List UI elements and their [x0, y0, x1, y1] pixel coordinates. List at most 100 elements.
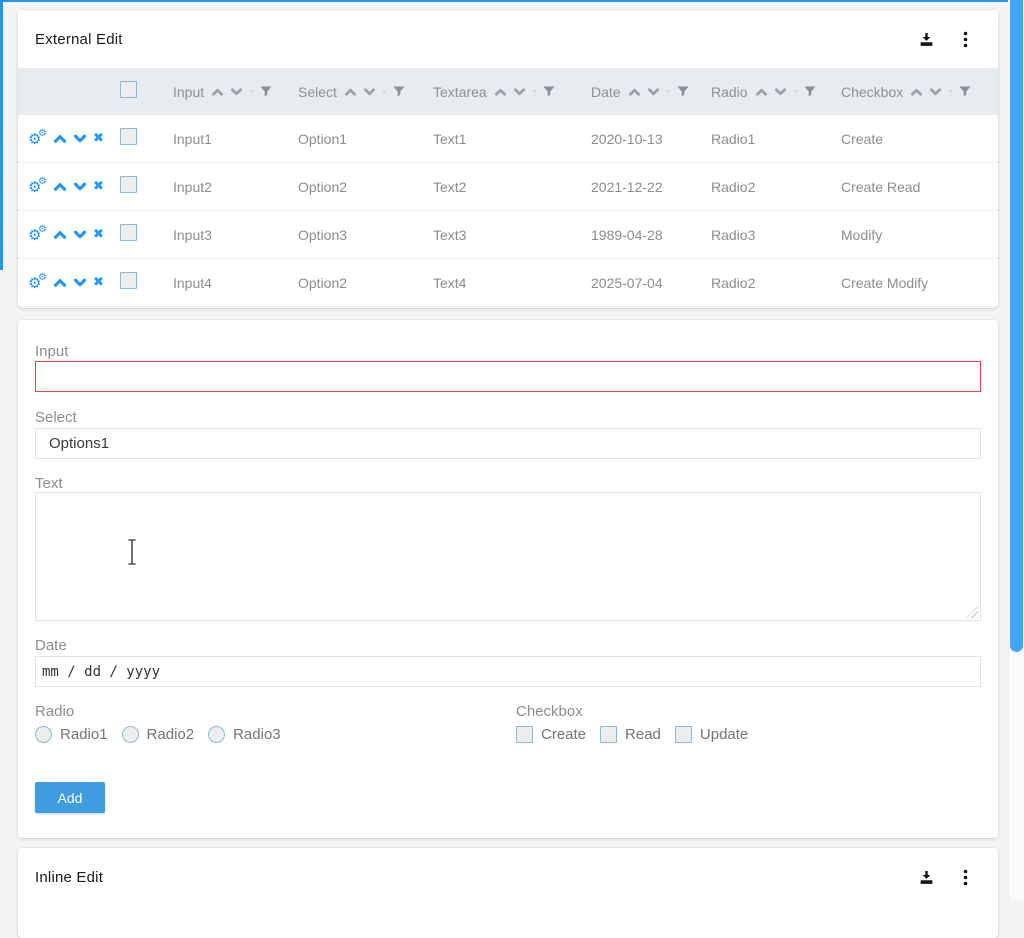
- sort-ascending-icon[interactable]: [628, 87, 641, 97]
- sort-ascending-icon[interactable]: [344, 87, 357, 97]
- external-edit-card: External Edit Input: [18, 10, 998, 308]
- cell-textarea: Text2: [415, 179, 573, 195]
- cell-input: Input4: [155, 275, 280, 291]
- move-up-icon[interactable]: [53, 133, 67, 144]
- select-field[interactable]: Options1: [35, 428, 981, 459]
- column-header-label: Date: [591, 84, 621, 100]
- left-accent-strip: [0, 0, 3, 270]
- checkbox-read[interactable]: [600, 726, 617, 743]
- move-up-icon[interactable]: [53, 229, 67, 240]
- row-actions: ⚙ ⚙ ✖: [18, 178, 118, 196]
- sort-ascending-icon[interactable]: [910, 87, 923, 97]
- kebab-menu-icon[interactable]: [963, 31, 968, 48]
- cell-select: Option3: [280, 227, 415, 243]
- sort-descending-icon[interactable]: [774, 87, 787, 97]
- radio-button[interactable]: [35, 726, 52, 743]
- filter-funnel-icon[interactable]: [260, 86, 272, 97]
- page: { "colors": { "accent": "#2196f3", "scro…: [0, 0, 1024, 900]
- cell-select: Option1: [280, 131, 415, 147]
- row-checkbox[interactable]: [120, 272, 137, 289]
- cell-textarea: Text4: [415, 275, 573, 291]
- textarea-field[interactable]: [35, 492, 981, 621]
- row-actions: ⚙ ⚙ ✖: [18, 130, 118, 148]
- cell-select: Option2: [280, 179, 415, 195]
- sort-descending-icon[interactable]: [363, 87, 376, 97]
- delete-x-icon[interactable]: ✖: [93, 276, 104, 289]
- move-down-icon[interactable]: [73, 229, 87, 240]
- checkbox-option-label: Update: [700, 726, 748, 743]
- kebab-menu-icon[interactable]: [963, 869, 968, 886]
- textarea-resize-handle[interactable]: [966, 606, 978, 618]
- sort-ascending-icon[interactable]: [494, 87, 507, 97]
- checkbox-update[interactable]: [675, 726, 692, 743]
- table-body: ⚙ ⚙ ✖ Input1 Option1 Text1 2020-10-13 Ra…: [18, 115, 998, 307]
- checkbox-option: Create: [516, 726, 586, 743]
- column-header-label: Input: [173, 84, 204, 100]
- column-header-label: Radio: [711, 84, 748, 100]
- cell-input: Input2: [155, 179, 280, 195]
- row-checkbox-cell: [118, 128, 155, 150]
- radio-button[interactable]: [208, 726, 225, 743]
- delete-x-icon[interactable]: ✖: [93, 180, 104, 193]
- delete-x-icon[interactable]: ✖: [93, 132, 104, 145]
- filter-funnel-icon[interactable]: [677, 86, 689, 97]
- text-label: Text: [35, 475, 63, 492]
- radio-button[interactable]: [122, 726, 139, 743]
- column-header: Textarea: [415, 84, 573, 100]
- column-header: Select: [280, 84, 415, 100]
- checkbox-option-label: Read: [625, 726, 661, 743]
- vertical-scrollbar-thumb[interactable]: [1010, 0, 1023, 652]
- download-icon[interactable]: [918, 869, 935, 886]
- sort-descending-icon[interactable]: [513, 87, 526, 97]
- row-checkbox[interactable]: [120, 224, 137, 241]
- sort-ascending-icon[interactable]: [211, 87, 224, 97]
- filter-funnel-icon[interactable]: [959, 86, 971, 97]
- vertical-scrollbar-track[interactable]: [1008, 0, 1024, 900]
- cell-radio: Radio1: [693, 131, 823, 147]
- inline-edit-header: Inline Edit: [18, 848, 998, 906]
- checkbox-group: Create Read Update: [516, 726, 748, 743]
- move-up-icon[interactable]: [53, 181, 67, 192]
- external-edit-header: External Edit: [18, 10, 998, 68]
- cell-radio: Radio2: [693, 179, 823, 195]
- cell-input: Input1: [155, 131, 280, 147]
- move-down-icon[interactable]: [73, 133, 87, 144]
- settings-cogs-icon[interactable]: ⚙ ⚙: [28, 178, 47, 196]
- download-icon[interactable]: [918, 31, 935, 48]
- sort-descending-icon[interactable]: [647, 87, 660, 97]
- sort-descending-icon[interactable]: [929, 87, 942, 97]
- filter-funnel-icon[interactable]: [804, 86, 816, 97]
- cell-date: 2020-10-13: [573, 131, 693, 147]
- move-down-icon[interactable]: [73, 181, 87, 192]
- cell-date: 2021-12-22: [573, 179, 693, 195]
- move-up-icon[interactable]: [53, 277, 67, 288]
- date-field[interactable]: mm / dd / yyyy: [35, 656, 981, 687]
- table-header-row: Input Select: [18, 68, 998, 115]
- column-header: Input: [155, 84, 280, 100]
- filter-funnel-icon[interactable]: [393, 86, 405, 97]
- header-divider-dot: [949, 90, 952, 93]
- input-field[interactable]: [35, 361, 981, 392]
- cell-radio: Radio3: [693, 227, 823, 243]
- row-checkbox[interactable]: [120, 176, 137, 193]
- column-header-label: Textarea: [433, 84, 487, 100]
- delete-x-icon[interactable]: ✖: [93, 228, 104, 241]
- checkbox-option: Update: [675, 726, 748, 743]
- sort-descending-icon[interactable]: [230, 87, 243, 97]
- select-value: Options1: [49, 435, 109, 452]
- move-down-icon[interactable]: [73, 277, 87, 288]
- radio-option-label: Radio3: [233, 726, 281, 743]
- settings-cogs-icon[interactable]: ⚙ ⚙: [28, 130, 47, 148]
- filter-funnel-icon[interactable]: [543, 86, 555, 97]
- select-all-checkbox[interactable]: [120, 81, 137, 98]
- settings-cogs-icon[interactable]: ⚙ ⚙: [28, 226, 47, 244]
- checkbox-create[interactable]: [516, 726, 533, 743]
- add-button[interactable]: Add: [35, 782, 105, 813]
- settings-cogs-icon[interactable]: ⚙ ⚙: [28, 274, 47, 292]
- select-label: Select: [35, 409, 77, 426]
- row-checkbox[interactable]: [120, 128, 137, 145]
- header-divider-dot: [250, 90, 253, 93]
- sort-ascending-icon[interactable]: [755, 87, 768, 97]
- column-header: Checkbox: [823, 84, 998, 100]
- cell-textarea: Text3: [415, 227, 573, 243]
